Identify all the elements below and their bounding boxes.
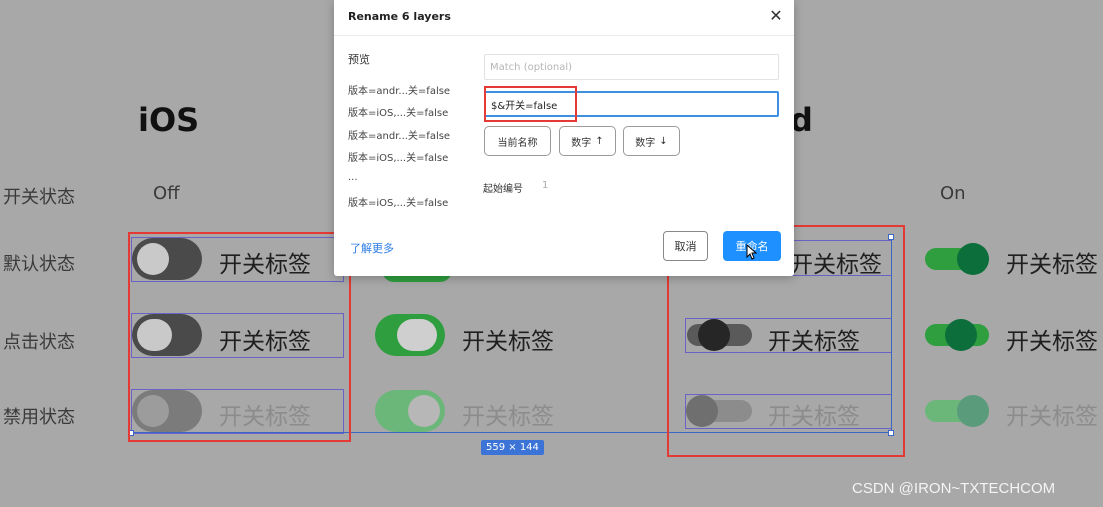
rename-layers-dialog: Rename 6 layers ✕ 预览 版本=andr...关=false 版… — [334, 0, 794, 276]
preview-item: 版本=iOS,...关=false — [348, 153, 449, 164]
arrow-down-icon: ↓ — [659, 135, 668, 147]
chip-label: 当前名称 — [497, 137, 538, 149]
watermark: CSDN @IRON~TXTECHCOM — [852, 480, 1056, 497]
current-name-chip[interactable]: 当前名称 — [484, 126, 551, 156]
preview-item: 版本=andr...关=false — [348, 131, 451, 142]
number-descending-chip[interactable]: 数字 ↓ — [623, 126, 680, 156]
row-label-default: 默认状态 — [3, 254, 75, 275]
preview-item: 版本=iOS,...关=false — [348, 108, 449, 119]
start-number-label: 起始编号 — [483, 184, 523, 195]
cancel-button[interactable]: 取消 — [663, 231, 708, 261]
annotation-red-box-input — [484, 86, 577, 122]
start-number-input[interactable]: 1 — [542, 180, 548, 191]
chip-label: 数字 — [635, 137, 656, 149]
column-on-label: On — [940, 183, 966, 204]
switch-tag-label: 开关标签 — [1006, 404, 1098, 430]
annotation-red-box-ios — [128, 232, 351, 442]
cancel-button-label: 取消 — [674, 240, 697, 253]
switch-knob — [957, 395, 989, 427]
preview-item: ... — [348, 172, 358, 183]
learn-more-link[interactable]: 了解更多 — [350, 240, 394, 256]
switch-tag-label: 开关标签 — [1006, 329, 1098, 355]
arrow-up-icon: ↑ — [595, 135, 604, 147]
number-ascending-chip[interactable]: 数字 ↑ — [559, 126, 616, 156]
row-label-switch-state: 开关状态 — [3, 187, 75, 208]
switch-knob — [945, 319, 977, 351]
preview-heading: 预览 — [348, 53, 370, 66]
column-off-label: Off — [153, 183, 180, 204]
switch-tag-label: 开关标签 — [1006, 252, 1098, 278]
preview-item: 版本=andr...关=false — [348, 86, 451, 97]
close-icon[interactable]: ✕ — [767, 7, 785, 25]
dialog-title: Rename 6 layers — [348, 10, 451, 23]
preview-item: 版本=iOS,...关=false — [348, 198, 449, 209]
switch-knob — [957, 243, 989, 275]
chip-label: 数字 — [571, 137, 592, 149]
ios-section-title: iOS — [138, 101, 200, 139]
row-label-pressed: 点击状态 — [3, 332, 75, 353]
mouse-cursor-icon — [746, 244, 758, 260]
match-input[interactable] — [484, 54, 779, 80]
selection-size-badge: 559 × 144 — [481, 440, 544, 455]
dialog-divider — [334, 35, 794, 36]
row-label-disabled: 禁用状态 — [3, 407, 75, 428]
